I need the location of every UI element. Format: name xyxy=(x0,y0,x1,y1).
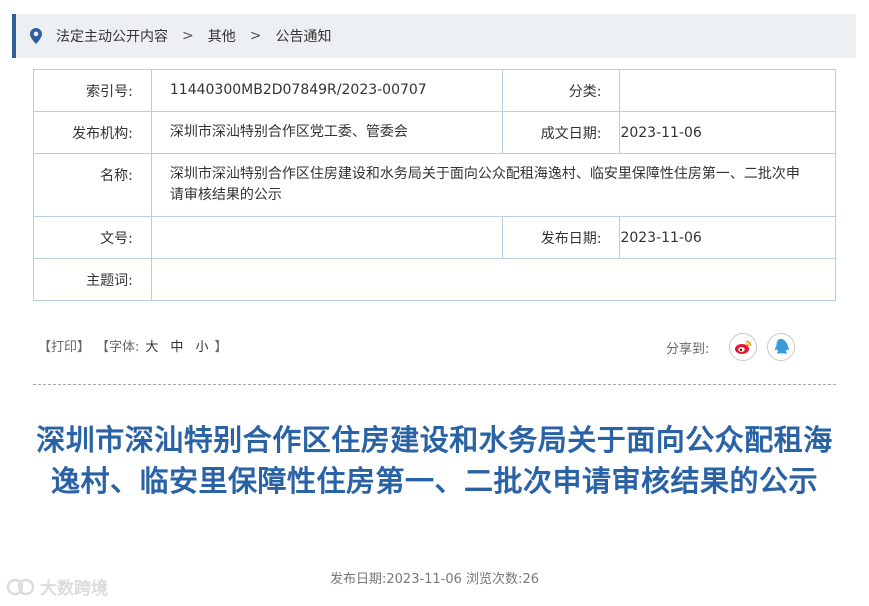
publisher-value: 深圳市深汕特别合作区党工委、管委会 xyxy=(150,111,503,154)
keywords-label: 主题词: xyxy=(33,258,152,301)
publish-date-label: 发布日期: xyxy=(501,216,621,259)
share-bar: 分享到: xyxy=(666,333,796,361)
watermark: 大数跨境 xyxy=(6,574,108,599)
table-row: 文号: 发布日期: 2023-11-06 xyxy=(33,216,836,259)
chevron-right-icon: > xyxy=(249,28,262,44)
font-small-button[interactable]: 小 xyxy=(195,336,208,355)
font-size-prefix: 【字体: xyxy=(96,340,140,355)
article-title: 深圳市深汕特别合作区住房建设和水务局关于面向公众配租海逸村、临安里保障性住房第一… xyxy=(36,423,833,498)
font-large-button[interactable]: 大 xyxy=(145,336,158,355)
weibo-icon[interactable] xyxy=(729,333,758,361)
metadata-table: 索引号: 11440300MB2D07849R/2023-00707 分类: 发… xyxy=(33,69,837,301)
font-size-suffix: 】 xyxy=(214,340,228,355)
table-row: 名称: 深圳市深汕特别合作区住房建设和水务局关于面向公众配租海逸村、临安里保障性… xyxy=(33,153,837,217)
index-label: 索引号: xyxy=(33,69,152,112)
print-button[interactable]: 【打印】 xyxy=(38,336,90,355)
doc-number-label: 文号: xyxy=(33,216,152,259)
divider xyxy=(33,384,836,385)
breadcrumb: 法定主动公开内容 > 其他 > 公告通知 xyxy=(12,14,856,58)
index-value: 11440300MB2D07849R/2023-00707 xyxy=(150,69,503,112)
page-tools: 【打印】 【字体: 大 中 小 】 xyxy=(38,336,227,355)
keywords-value xyxy=(150,258,837,301)
category-value xyxy=(619,69,836,112)
publish-date-value: 2023-11-06 xyxy=(619,216,836,259)
category-label: 分类: xyxy=(501,69,621,112)
watermark-logo-icon xyxy=(6,578,35,595)
table-row: 发布机构: 深圳市深汕特别合作区党工委、管委会 成文日期: 2023-11-06 xyxy=(33,111,836,154)
name-value: 深圳市深汕特别合作区住房建设和水务局关于面向公众配租海逸村、临安里保障性住房第一… xyxy=(150,153,837,217)
qq-icon[interactable] xyxy=(767,333,796,361)
breadcrumb-item-other[interactable]: 其他 xyxy=(208,26,236,46)
chevron-right-icon: > xyxy=(182,28,194,44)
created-date-value: 2023-11-06 xyxy=(619,111,836,154)
doc-number-value xyxy=(150,216,503,259)
breadcrumb-item-public-content[interactable]: 法定主动公开内容 xyxy=(56,26,168,46)
location-pin-icon xyxy=(30,28,42,44)
table-row: 索引号: 11440300MB2D07849R/2023-00707 分类: xyxy=(33,69,836,112)
watermark-text: 大数跨境 xyxy=(40,579,108,599)
table-row: 主题词: xyxy=(33,258,837,301)
created-date-label: 成文日期: xyxy=(501,111,621,154)
breadcrumb-item-notices[interactable]: 公告通知 xyxy=(275,26,331,46)
publisher-label: 发布机构: xyxy=(33,111,152,154)
publish-info: 发布日期:2023-11-06 浏览次数:26 xyxy=(330,572,539,587)
name-label: 名称: xyxy=(33,153,152,217)
share-label: 分享到: xyxy=(666,341,710,357)
font-medium-button[interactable]: 中 xyxy=(170,336,183,355)
